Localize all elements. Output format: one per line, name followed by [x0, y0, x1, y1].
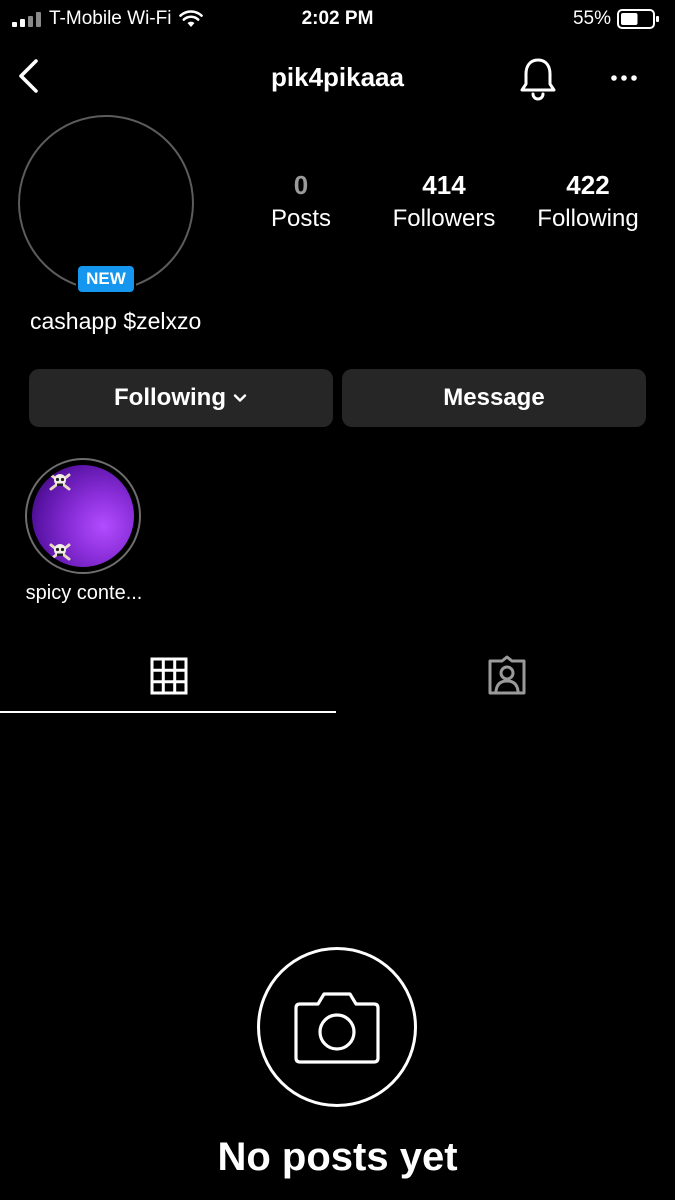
profile-screen: T-Mobile Wi-Fi 2:02 PM 55% pik4pikaaa NE…: [0, 0, 675, 1200]
tab-tagged[interactable]: [338, 640, 675, 712]
tab-posts-grid[interactable]: [0, 640, 337, 712]
status-bar: T-Mobile Wi-Fi 2:02 PM 55%: [0, 0, 675, 38]
chevron-down-icon: [233, 394, 247, 402]
skull-crossbones-icon: [49, 543, 71, 561]
more-icon: [611, 75, 637, 81]
tagged-icon: [488, 655, 525, 695]
new-badge: NEW: [76, 264, 136, 294]
posts-count: 0: [293, 170, 309, 200]
followers-label: Followers: [392, 205, 496, 232]
profile-stats: 0 Posts 414 Followers 422 Following: [0, 168, 675, 248]
following-stat[interactable]: 422 Following: [518, 168, 658, 236]
more-options-button[interactable]: [604, 58, 644, 98]
message-button[interactable]: Message: [342, 369, 646, 427]
battery-percent: 55%: [572, 8, 611, 29]
username-title: pik4pikaaa: [271, 62, 404, 92]
following-button-label: Following: [114, 384, 226, 411]
posts-label: Posts: [270, 205, 332, 232]
followers-stat[interactable]: 414 Followers: [374, 168, 514, 236]
profile-bio: cashapp $zelxzo: [30, 308, 202, 334]
highlight-label: spicy conte...: [25, 582, 143, 604]
skull-crossbones-icon: [49, 473, 71, 491]
following-label: Following: [537, 205, 639, 232]
grid-icon: [150, 657, 187, 695]
notifications-button[interactable]: [514, 54, 562, 102]
status-right: 55%: [573, 8, 661, 30]
highlight-ring: [25, 458, 141, 574]
highlight-image: [32, 465, 134, 567]
empty-state-title: No posts yet: [217, 1135, 458, 1179]
posts-stat[interactable]: 0 Posts: [231, 168, 371, 236]
empty-state-icon-circle: [257, 947, 417, 1107]
following-count: 422: [566, 170, 610, 200]
camera-icon: [294, 992, 380, 1064]
story-highlight[interactable]: spicy conte...: [14, 458, 154, 605]
following-button[interactable]: Following: [29, 369, 333, 427]
active-tab-indicator: [0, 711, 336, 713]
followers-count: 414: [422, 170, 466, 200]
nav-bar: pik4pikaaa: [0, 40, 675, 112]
battery-icon: [617, 9, 659, 29]
message-button-label: Message: [443, 384, 545, 411]
profile-tabs: [0, 640, 675, 716]
bell-icon: [520, 58, 556, 101]
